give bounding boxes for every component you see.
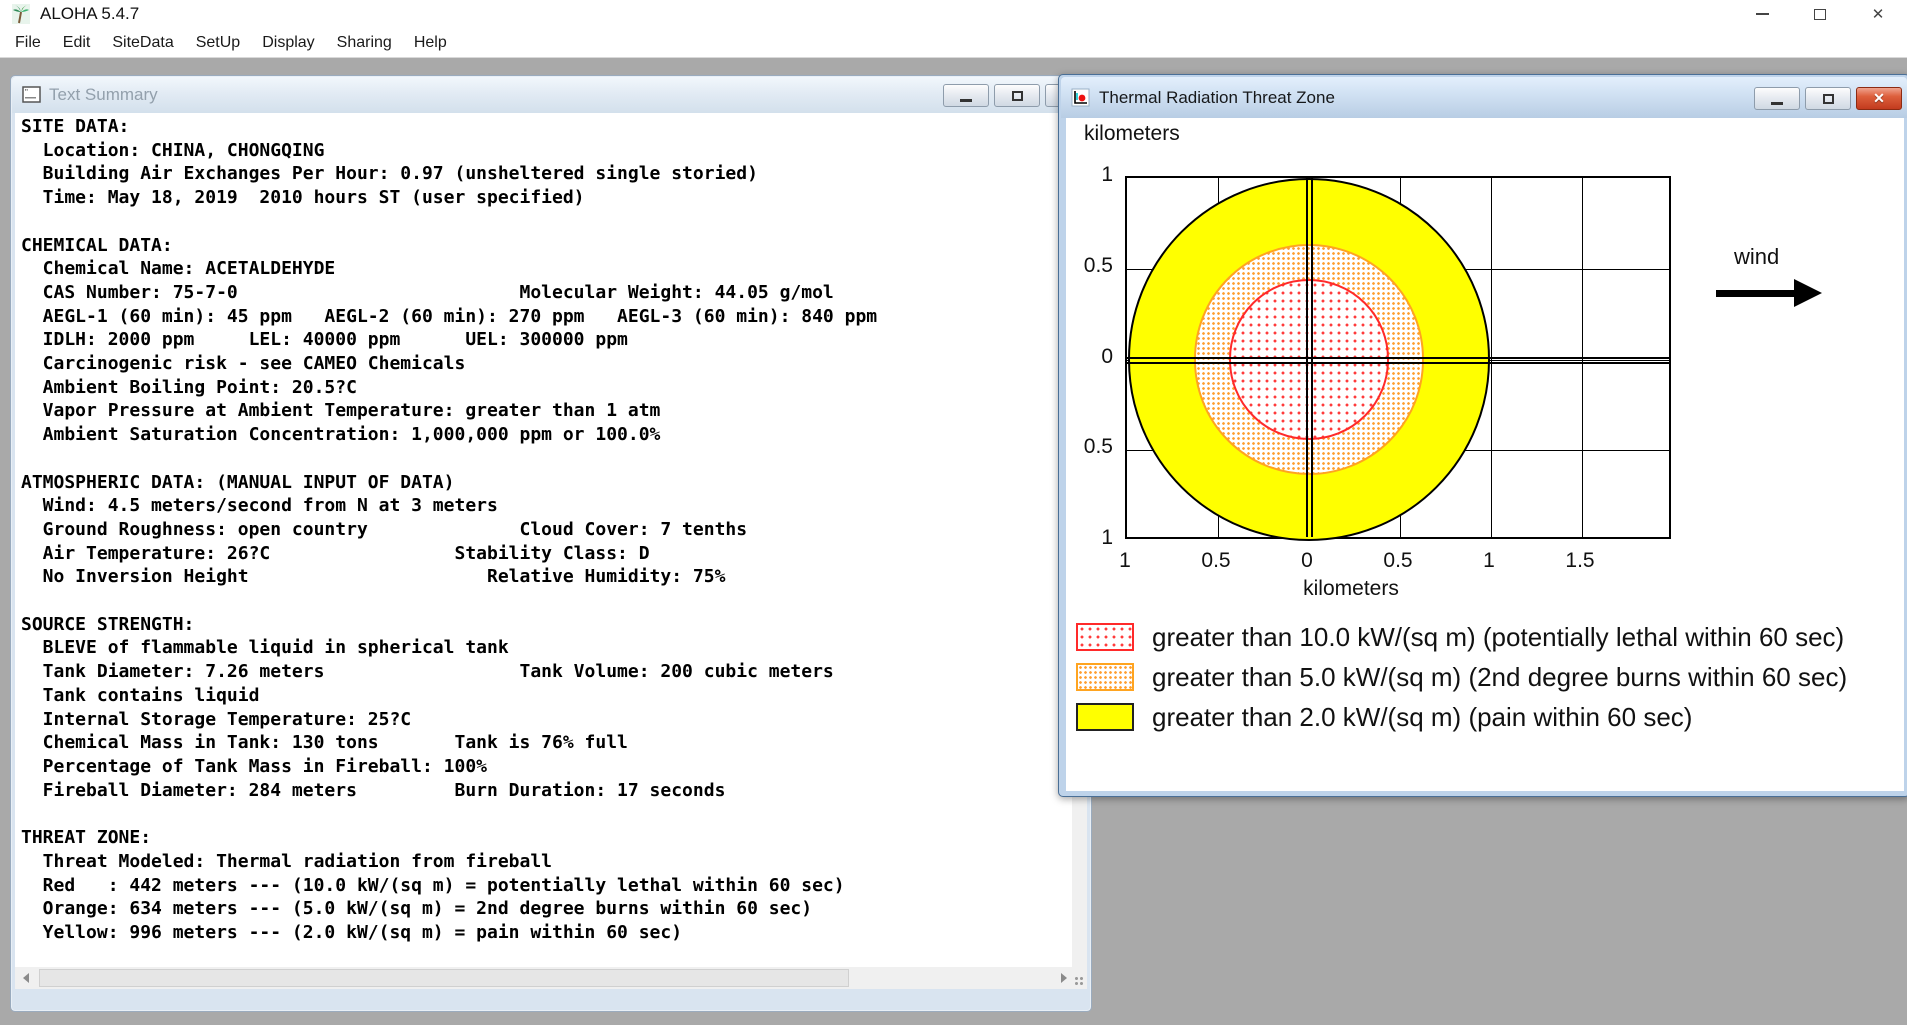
x-tick-label: 0 (1301, 549, 1313, 572)
wind-arrow-head-icon (1794, 279, 1822, 307)
app-titlebar: ALOHA 5.4.7 ✕ (0, 0, 1907, 28)
y-tick-label: 0 (1101, 344, 1113, 368)
legend-row-orange: greater than 5.0 kW/(sq m) (2nd degree b… (1076, 661, 1847, 693)
app-title: ALOHA 5.4.7 (40, 4, 140, 23)
horizontal-scroll-thumb[interactable] (39, 969, 849, 987)
legend-label-yellow: greater than 2.0 kW/(sq m) (pain within … (1152, 701, 1693, 732)
x-tick-label: 0.5 (1201, 549, 1231, 572)
resize-grip[interactable] (1072, 967, 1087, 989)
text-summary-minimize-button[interactable] (943, 84, 989, 107)
threat-zone-chart-icon (1071, 88, 1090, 107)
text-summary-content: SITE DATA: Location: CHINA, CHONGQING Bu… (15, 113, 1075, 988)
y-tick-label: 0.5 (1083, 435, 1113, 459)
source-crosshair (1127, 356, 1669, 359)
menu-item-sharing[interactable]: Sharing (326, 30, 403, 56)
x-tick-label: 1 (1483, 549, 1495, 572)
menu-item-help[interactable]: Help (403, 30, 458, 56)
menu-item-display[interactable]: Display (251, 30, 325, 56)
y-tick-label: 0.5 (1083, 253, 1113, 277)
legend-swatch-orange (1076, 663, 1134, 691)
source-crosshair (1306, 178, 1308, 537)
x-tick-label: 0.5 (1383, 549, 1413, 572)
app-minimize-button[interactable] (1733, 0, 1791, 28)
menu-item-file[interactable]: File (4, 30, 52, 56)
menu-item-edit[interactable]: Edit (52, 30, 102, 56)
threat-zone-circle-red (1228, 279, 1390, 440)
x-axis-title: kilometers (1303, 577, 1399, 600)
threat-zone-plot (1125, 176, 1671, 541)
legend-label-orange: greater than 5.0 kW/(sq m) (2nd degree b… (1152, 661, 1848, 692)
menu-bar: File Edit SiteData SetUp Display Sharing Help (0, 28, 1907, 58)
horizontal-scrollbar[interactable] (15, 967, 1075, 989)
wind-label: wind (1734, 244, 1780, 269)
threat-zone-close-button[interactable]: ✕ (1856, 87, 1902, 110)
text-summary-window: " Text Summary SITE DATA: Location: CHIN… (10, 75, 1092, 1012)
legend-row-red: greater than 10.0 kW/(sq m) (potentially… (1076, 621, 1844, 653)
legend-swatch-yellow (1076, 703, 1134, 731)
source-crosshair (1127, 361, 1669, 364)
aloha-palm-icon (12, 4, 30, 24)
x-tick-label: 1.5 (1565, 549, 1595, 572)
legend-label-red: greater than 10.0 kW/(sq m) (potentially… (1152, 621, 1845, 652)
threat-zone-titlebar[interactable]: Thermal Radiation Threat Zone ✕ (1061, 77, 1907, 118)
source-crosshair (1311, 178, 1313, 537)
x-tick-label: 1 (1119, 549, 1131, 572)
threat-zone-window: Thermal Radiation Threat Zone ✕ kilomete… (1058, 74, 1907, 797)
text-summary-title: Text Summary (49, 85, 158, 104)
y-tick-label: 1 (1101, 526, 1113, 549)
text-summary-text: SITE DATA: Location: CHINA, CHONGQING Bu… (21, 116, 878, 943)
aloha-app-root: { "app": { "title": "ALOHA 5.4.7", "menu… (0, 0, 1907, 1025)
threat-zone-minimize-button[interactable] (1754, 87, 1800, 110)
legend-row-yellow: greater than 2.0 kW/(sq m) (pain within … (1076, 701, 1692, 733)
svg-text:": " (25, 88, 28, 97)
y-axis-title: kilometers (1084, 122, 1180, 145)
text-summary-doc-icon: " (22, 85, 41, 103)
menu-item-setup[interactable]: SetUp (185, 30, 251, 56)
threat-zone-window-buttons: ✕ (1754, 87, 1902, 110)
app-window-controls: ✕ (1733, 0, 1907, 28)
threat-zone-maximize-button[interactable] (1805, 87, 1851, 110)
text-summary-titlebar[interactable]: " Text Summary (12, 77, 1091, 113)
text-summary-maximize-button[interactable] (994, 84, 1040, 107)
menu-item-sitedata[interactable]: SiteData (101, 30, 184, 56)
y-tick-label: 1 (1101, 163, 1113, 186)
wind-arrow-icon (1716, 290, 1796, 297)
app-maximize-button[interactable] (1791, 0, 1849, 28)
scroll-left-button[interactable] (15, 967, 37, 989)
threat-zone-title: Thermal Radiation Threat Zone (1099, 87, 1335, 107)
threat-zone-content: kilometers kilometers 1 0.5 0 0.5 1 1.5 1 0.5 0 0… (1066, 118, 1904, 791)
app-close-button[interactable]: ✕ (1849, 0, 1907, 28)
legend-swatch-red (1076, 623, 1134, 651)
